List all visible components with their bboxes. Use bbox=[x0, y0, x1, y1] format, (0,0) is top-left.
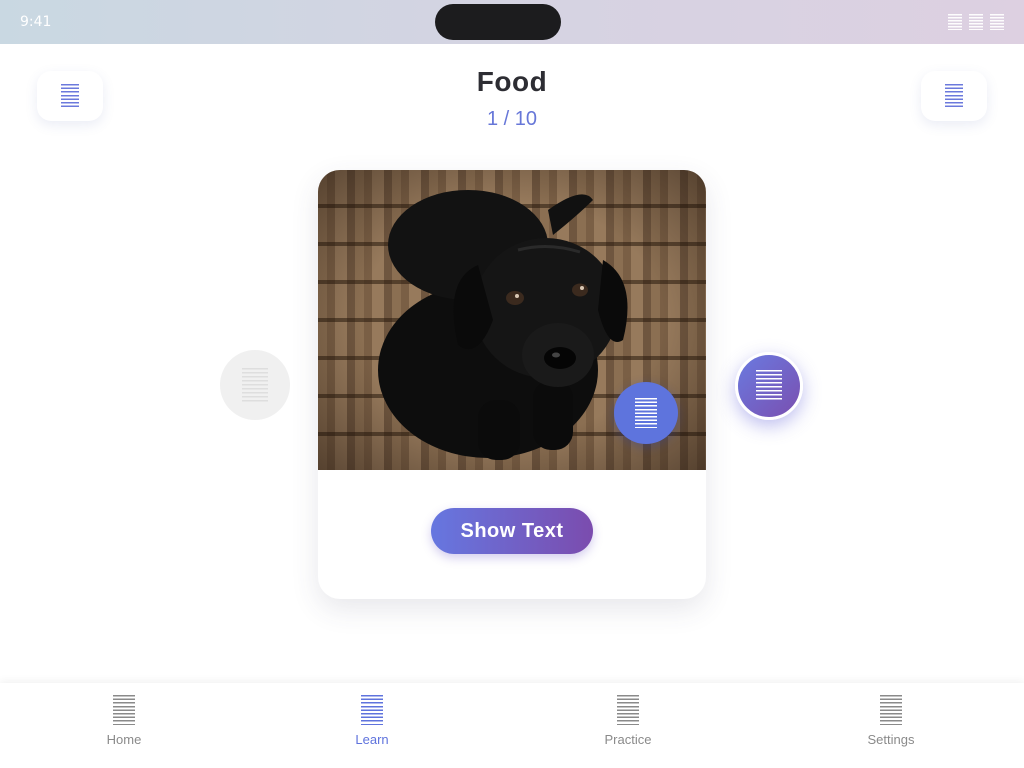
practice-icon bbox=[617, 695, 639, 725]
camera-notch bbox=[435, 4, 561, 40]
tab-label-learn: Learn bbox=[355, 732, 389, 747]
tab-learn[interactable]: Learn bbox=[312, 695, 432, 747]
status-time: 9:41 bbox=[20, 14, 52, 30]
next-card-button[interactable] bbox=[735, 352, 803, 420]
show-text-button[interactable]: Show Text bbox=[431, 508, 593, 554]
home-icon bbox=[113, 695, 135, 725]
status-bar: 9:41 bbox=[0, 0, 1024, 44]
tab-label-practice: Practice bbox=[604, 732, 652, 747]
menu-button[interactable] bbox=[921, 71, 987, 121]
card-counter: 1 / 10 bbox=[486, 108, 538, 130]
settings-icon bbox=[880, 695, 902, 725]
menu-icon bbox=[945, 84, 963, 108]
next-icon bbox=[756, 370, 782, 402]
learn-icon bbox=[361, 695, 383, 725]
tab-bar: Home Learn Practice Settings bbox=[0, 683, 1024, 768]
speaker-icon bbox=[635, 398, 657, 428]
battery-icon bbox=[990, 14, 1004, 30]
status-icons bbox=[948, 14, 1004, 30]
tab-label-home: Home bbox=[106, 732, 142, 747]
flashcard: Show Text bbox=[318, 170, 706, 599]
tab-label-settings: Settings bbox=[867, 732, 915, 747]
tab-settings[interactable]: Settings bbox=[831, 695, 951, 747]
page-title: Food bbox=[476, 66, 548, 97]
previous-icon bbox=[242, 368, 268, 402]
tab-practice[interactable]: Practice bbox=[568, 695, 688, 747]
flashcard-image bbox=[318, 170, 706, 470]
signal-icon bbox=[948, 14, 962, 30]
wifi-icon bbox=[969, 14, 983, 30]
previous-card-button[interactable] bbox=[220, 350, 290, 420]
tab-home[interactable]: Home bbox=[64, 695, 184, 747]
play-audio-button[interactable] bbox=[614, 382, 678, 444]
